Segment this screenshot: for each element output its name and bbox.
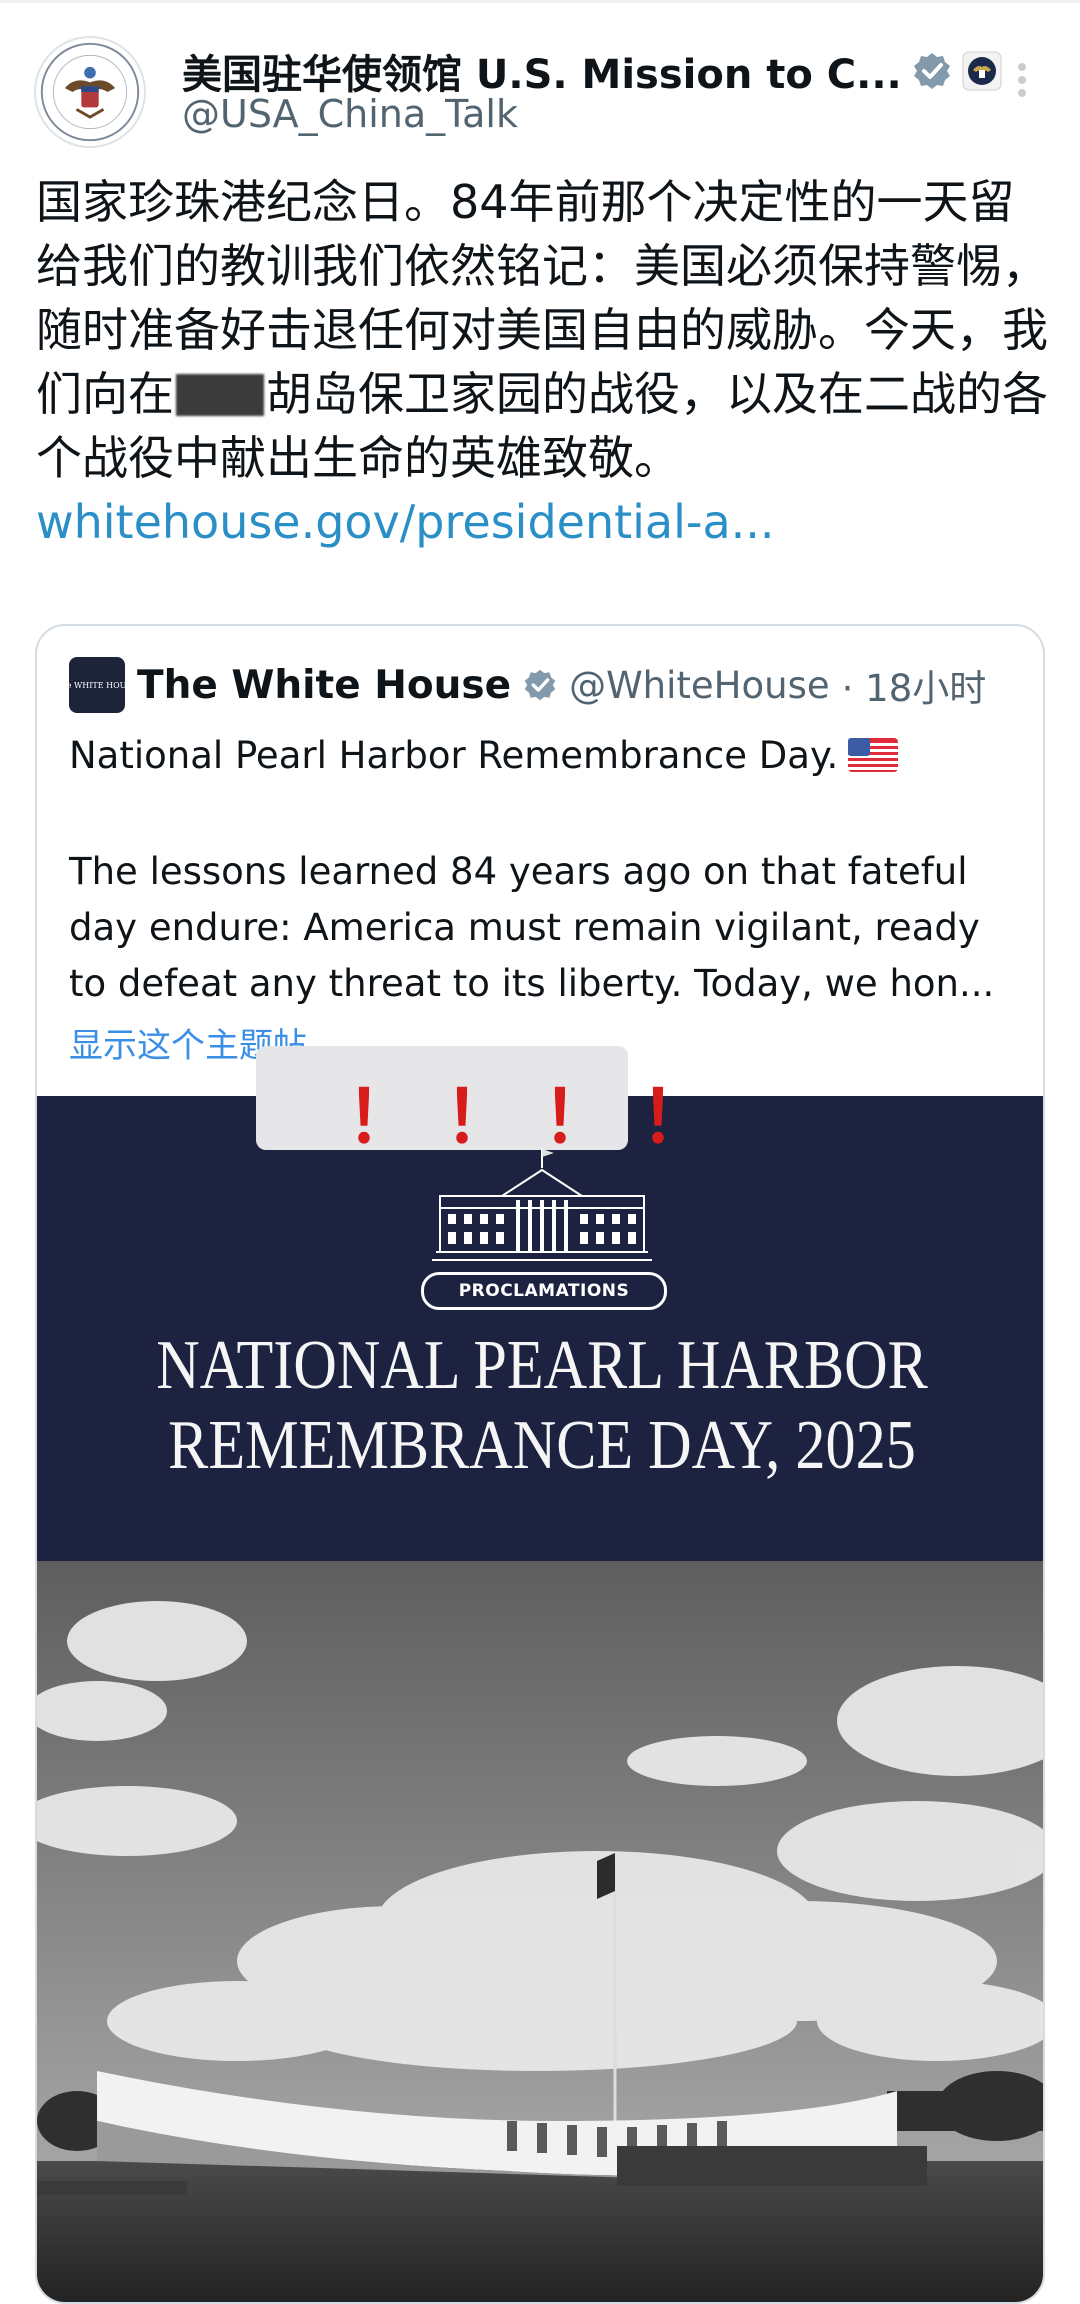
us-flag-icon [848, 738, 899, 772]
author-avatar[interactable] [34, 36, 146, 148]
quoted-timestamp[interactable]: · 18小时 [842, 658, 987, 712]
quoted-author-avatar[interactable]: The WHITE HOUSE [56, 657, 138, 713]
more-options-icon[interactable] [1010, 58, 1034, 108]
banner-title-line2: REMEMBRANCE DAY, 2025 [168, 1407, 916, 1484]
verified-badge-icon[interactable] [523, 668, 557, 702]
quoted-post-card[interactable]: The WHITE HOUSE The White House @WhiteHo… [35, 624, 1045, 2304]
quoted-text-body: The lessons learned 84 years ago on that… [69, 850, 995, 1005]
redacted-word [176, 374, 264, 416]
quoted-display-name[interactable]: The White House [137, 663, 511, 708]
memorial-photo[interactable] [37, 1561, 1043, 2302]
post-text-redacted-tail: 胡 [266, 367, 312, 421]
quoted-avatar-label: The WHITE HOUSE [56, 680, 138, 690]
banner-title-line1: NATIONAL PEARL HARBOR [156, 1327, 928, 1404]
post-text: 国家珍珠港纪念日。84年前那个决定性的一天留给我们的教训我们依然铭记：美国必须保… [36, 170, 1056, 554]
top-divider [0, 0, 1080, 3]
quoted-text-headline: National Pearl Harbor Remembrance Day. [69, 734, 899, 777]
post-link[interactable]: whitehouse.gov/presidential-a... [36, 495, 775, 549]
proclamations-tag: PROCLAMATIONS [421, 1272, 667, 1310]
quoted-post-header: The WHITE HOUSE The White House @WhiteHo… [56, 656, 987, 714]
quoted-handle[interactable]: @WhiteHouse [569, 664, 830, 707]
white-house-icon [432, 1148, 652, 1261]
author-handle[interactable]: @USA_China_Talk [182, 92, 518, 136]
verified-badge-icon[interactable] [912, 51, 952, 91]
seal-icon [962, 51, 1002, 91]
quoted-headline-text: National Pearl Harbor Remembrance Day. [69, 734, 839, 777]
